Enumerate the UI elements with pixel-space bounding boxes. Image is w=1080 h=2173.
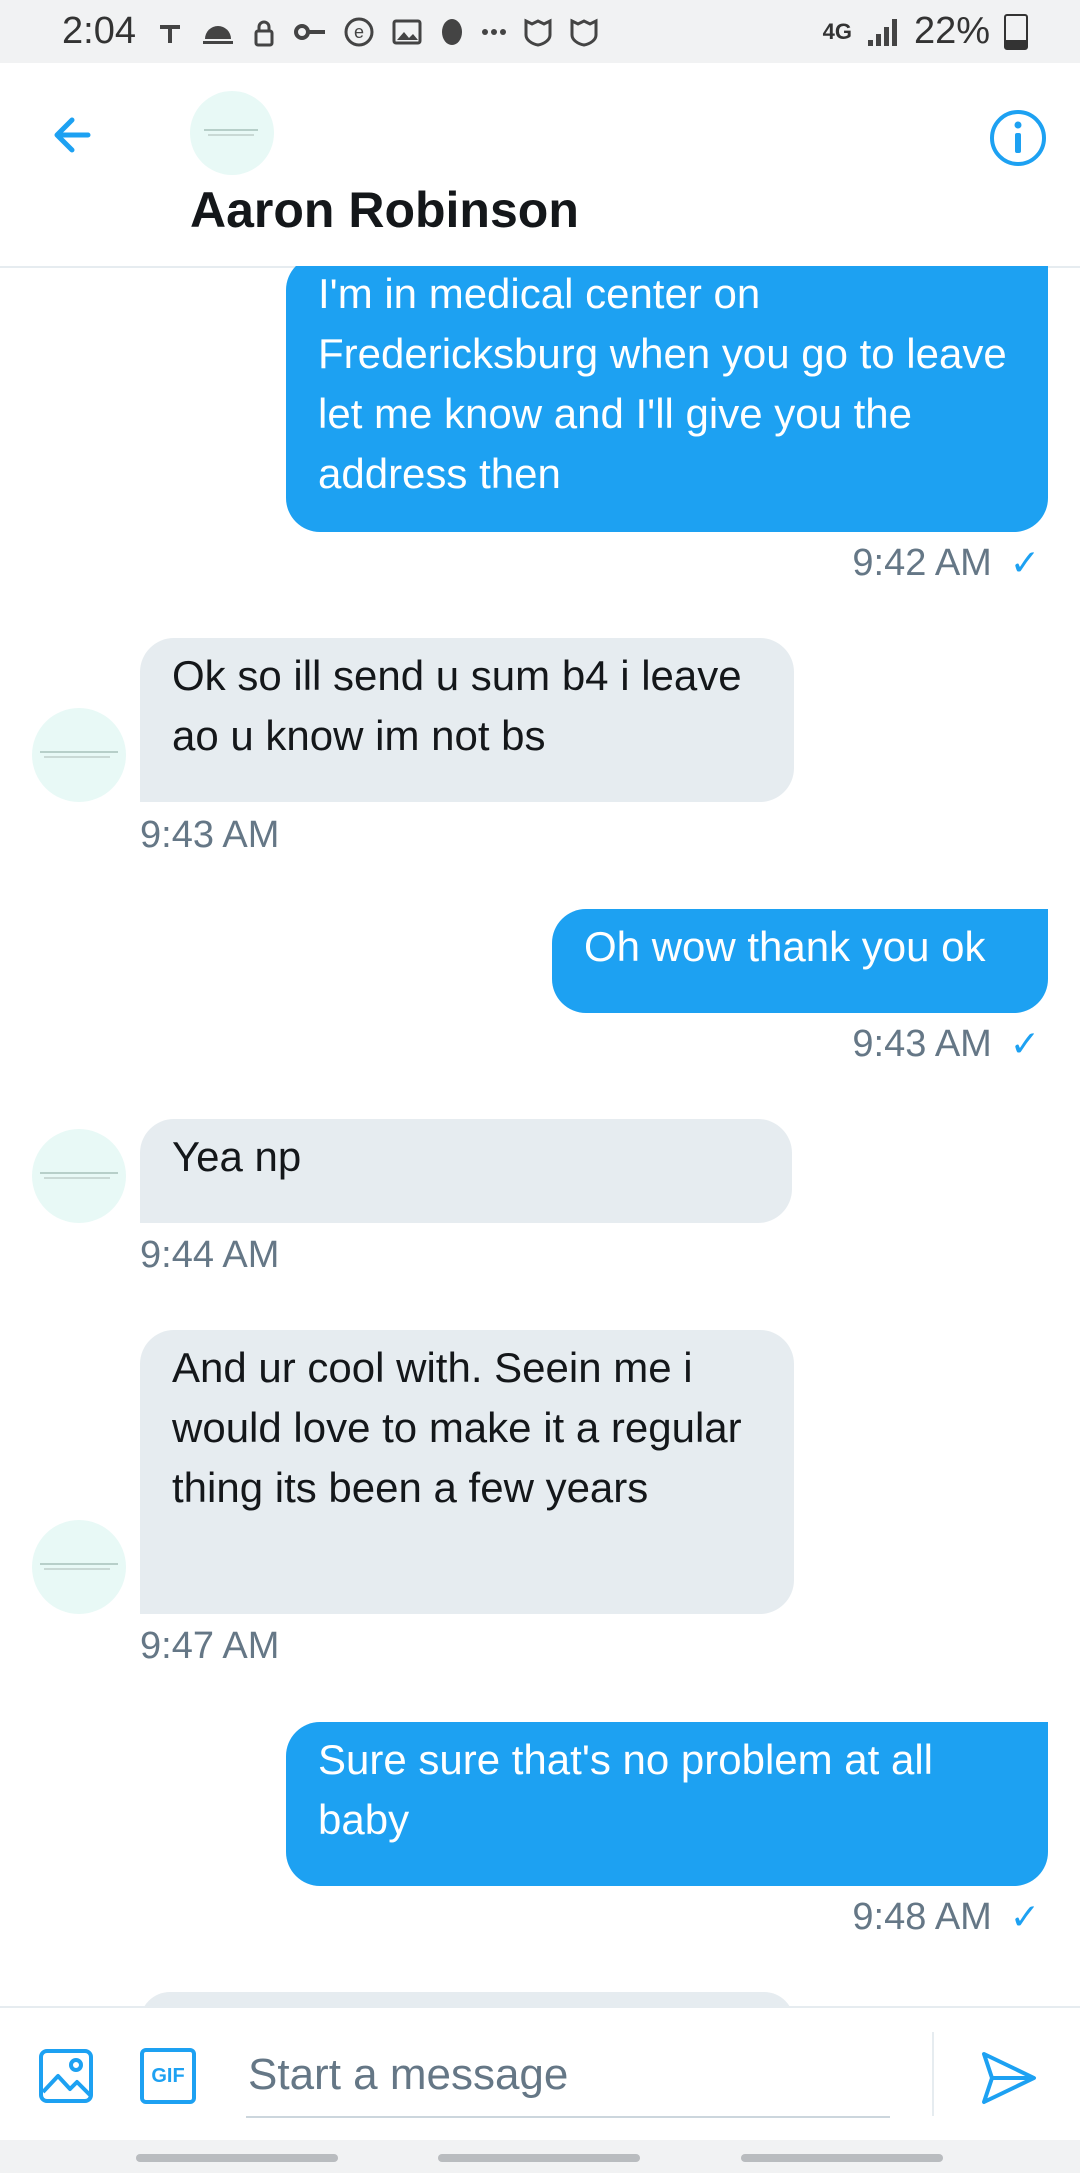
- message-timestamp: 9:44 AM: [140, 1234, 279, 1277]
- sent-check-icon: ✓: [1009, 1896, 1040, 1937]
- info-icon[interactable]: [988, 108, 1048, 168]
- system-navigation-bar: [0, 2140, 1080, 2173]
- e-circle-icon: e: [344, 17, 374, 47]
- gif-label: GIF: [151, 2065, 185, 2087]
- status-time: 2:04: [62, 10, 136, 52]
- message-input[interactable]: [246, 2034, 890, 2118]
- message-timestamp: 9:47 AM: [140, 1625, 279, 1668]
- message-bubble-incoming[interactable]: Yea np: [140, 1119, 792, 1223]
- signal-icon: [867, 18, 897, 46]
- image-icon: [392, 19, 422, 45]
- battery-percent: 22%: [913, 10, 990, 52]
- back-arrow-icon[interactable]: [44, 105, 104, 165]
- message-bubble-incoming-partial[interactable]: [140, 1992, 794, 2006]
- key-icon: [294, 24, 325, 40]
- message-text: And ur cool with. Seein me i would love …: [172, 1344, 742, 1511]
- network-type: 4G: [822, 18, 852, 44]
- dot-icon: [442, 19, 462, 45]
- time-text: 9:48 AM: [852, 1896, 992, 1938]
- gif-button[interactable]: GIF: [140, 2048, 196, 2104]
- nav-recent-button[interactable]: [136, 2154, 338, 2162]
- avatar-image: [204, 129, 258, 136]
- image-icon[interactable]: [38, 2048, 94, 2104]
- message-bubble-outgoing[interactable]: I'm in medical center on Fredericksburg …: [286, 266, 1048, 532]
- message-text: Yea np: [172, 1133, 302, 1180]
- message-timestamp: 9:43 AM: [140, 814, 279, 857]
- svg-text:e: e: [354, 22, 364, 42]
- time-text: 9:43 AM: [140, 814, 280, 856]
- message-text: Sure sure that's no problem at all baby: [318, 1736, 934, 1843]
- sent-check-icon: ✓: [1009, 1023, 1040, 1064]
- shield-icon: [570, 18, 598, 47]
- lock-wifi-icon: [254, 20, 274, 47]
- message-thread[interactable]: I'm in medical center on Fredericksburg …: [0, 266, 1080, 2006]
- avatar[interactable]: [190, 91, 274, 175]
- time-text: 9:42 AM: [852, 542, 992, 584]
- avatar[interactable]: [32, 708, 126, 802]
- message-bubble-incoming[interactable]: And ur cool with. Seein me i would love …: [140, 1330, 794, 1614]
- shield-icon: [524, 18, 552, 47]
- status-bar: 2:04 e 4G 22%: [0, 0, 1080, 63]
- message-bubble-outgoing[interactable]: Sure sure that's no problem at all baby: [286, 1722, 1048, 1886]
- weather-icon: [203, 26, 233, 44]
- battery-icon: [1004, 13, 1028, 50]
- time-text: 9:47 AM: [140, 1625, 280, 1667]
- conversation-header: Aaron Robinson: [0, 63, 1080, 268]
- time-text: 9:43 AM: [852, 1023, 992, 1065]
- message-text: Oh wow thank you ok: [584, 923, 986, 970]
- nav-back-button[interactable]: [741, 2154, 943, 2162]
- message-timestamp: 9:48 AM ✓: [852, 1896, 1040, 1939]
- message-bubble-outgoing[interactable]: Oh wow thank you ok: [552, 909, 1048, 1013]
- avatar-image: [40, 1563, 118, 1570]
- status-right: 4G 22%: [823, 10, 1028, 53]
- time-text: 9:44 AM: [140, 1234, 280, 1276]
- send-icon[interactable]: [978, 2048, 1038, 2108]
- avatar[interactable]: [32, 1129, 126, 1223]
- message-text: Ok so ill send u sum b4 i leave ao u kno…: [172, 652, 742, 759]
- nav-home-button[interactable]: [438, 2154, 640, 2162]
- avatar[interactable]: [32, 1520, 126, 1614]
- message-composer: GIF: [0, 2006, 1080, 2142]
- more-icon: [482, 29, 506, 35]
- avatar-image: [40, 751, 118, 758]
- notification-icons: e: [155, 14, 599, 50]
- message-timestamp: 9:42 AM ✓: [852, 542, 1040, 585]
- message-bubble-incoming[interactable]: Ok so ill send u sum b4 i leave ao u kno…: [140, 638, 794, 802]
- sent-check-icon: ✓: [1009, 542, 1040, 583]
- notification-icon: [160, 25, 180, 43]
- composer-divider: [932, 2032, 934, 2116]
- avatar-image: [40, 1172, 118, 1179]
- message-text: I'm in medical center on Fredericksburg …: [318, 270, 1007, 497]
- contact-name[interactable]: Aaron Robinson: [190, 181, 579, 239]
- message-timestamp: 9:43 AM ✓: [852, 1023, 1040, 1066]
